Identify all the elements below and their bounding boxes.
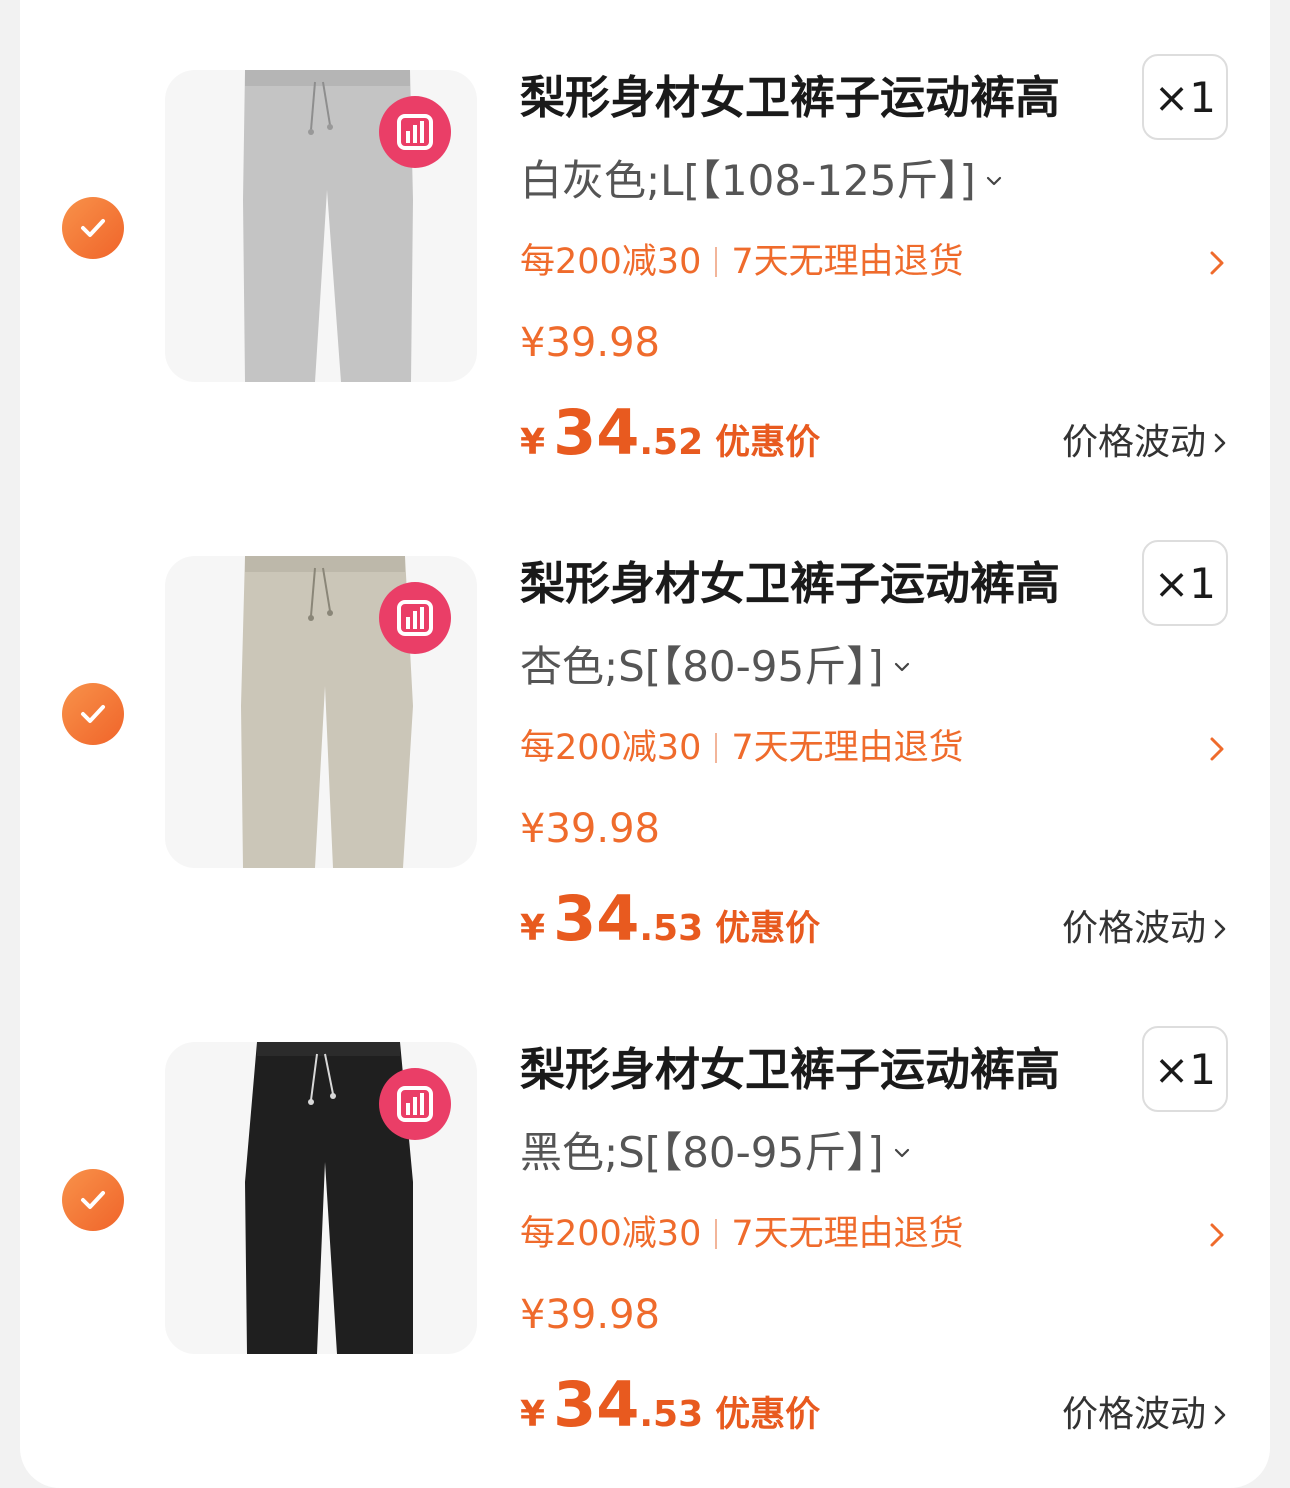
quantity-button[interactable]: ×1 <box>1142 1026 1228 1112</box>
sku-selector[interactable]: 杏色;S[【80-95斤】] <box>520 638 912 696</box>
chevron-right-icon <box>1212 429 1228 457</box>
product-title[interactable]: 梨形身材女卫裤子运动裤高 <box>520 554 1090 614</box>
chevron-right-icon <box>1212 915 1228 943</box>
bar-chart-icon <box>397 600 433 636</box>
cart-items-card: 梨形身材女卫裤子运动裤高 ×1 白灰色;L[【108-125斤】] 每200减3… <box>20 0 1270 1488</box>
promo-discount: 每200减30 <box>520 242 702 282</box>
price-trend-label: 价格波动 <box>1061 908 1206 949</box>
price-integer: 34 <box>553 882 640 955</box>
promo-divider <box>715 733 718 763</box>
currency-symbol: ¥ <box>520 422 546 463</box>
select-checkbox[interactable] <box>62 1169 124 1231</box>
chevron-down-icon <box>892 1143 912 1163</box>
price-decimal: .52 <box>639 422 704 463</box>
promo-divider <box>715 1219 718 1249</box>
product-image[interactable] <box>165 1042 477 1354</box>
chevron-right-icon[interactable] <box>1206 248 1228 282</box>
chevron-down-icon <box>984 171 1004 191</box>
original-price: ¥39.98 <box>520 1292 660 1338</box>
quantity-button[interactable]: ×1 <box>1142 540 1228 626</box>
price-integer: 34 <box>553 396 640 469</box>
final-price: ¥ 34 .53 优惠价 <box>520 1368 820 1448</box>
price-trend-link[interactable]: 价格波动 <box>1062 418 1228 468</box>
sku-text: 杏色;S[【80-95斤】] <box>520 642 884 691</box>
cart-item: 梨形身材女卫裤子运动裤高 ×1 白灰色;L[【108-125斤】] 每200减3… <box>20 0 1270 486</box>
discount-price-label: 优惠价 <box>715 909 821 949</box>
price-integer: 34 <box>553 1368 640 1441</box>
cart-item: 梨形身材女卫裤子运动裤高 ×1 黑色;S[【80-95斤】] 每200减30 7… <box>20 972 1270 1458</box>
price-chart-badge[interactable] <box>379 1068 451 1140</box>
currency-symbol: ¥ <box>520 1394 546 1435</box>
product-title[interactable]: 梨形身材女卫裤子运动裤高 <box>520 1040 1090 1100</box>
sku-text: 黑色;S[【80-95斤】] <box>520 1128 884 1177</box>
final-price: ¥ 34 .52 优惠价 <box>520 396 820 476</box>
promo-return: 7天无理由退货 <box>731 728 964 768</box>
promo-discount: 每200减30 <box>520 1214 702 1254</box>
discount-price-label: 优惠价 <box>715 1395 821 1435</box>
discount-price-label: 优惠价 <box>715 423 821 463</box>
original-price: ¥39.98 <box>520 806 660 852</box>
chevron-right-icon <box>1212 1401 1228 1429</box>
chevron-right-icon[interactable] <box>1206 1220 1228 1254</box>
chevron-right-icon[interactable] <box>1206 734 1228 768</box>
price-chart-badge[interactable] <box>379 582 451 654</box>
sku-selector[interactable]: 黑色;S[【80-95斤】] <box>520 1124 912 1182</box>
currency-symbol: ¥ <box>520 908 546 949</box>
promo-return: 7天无理由退货 <box>731 1214 964 1254</box>
quantity-button[interactable]: ×1 <box>1142 54 1228 140</box>
price-decimal: .53 <box>639 908 704 949</box>
price-chart-badge[interactable] <box>379 96 451 168</box>
checkmark-icon <box>81 1191 105 1209</box>
original-price: ¥39.98 <box>520 320 660 366</box>
cart-item: 梨形身材女卫裤子运动裤高 ×1 杏色;S[【80-95斤】] 每200减30 7… <box>20 486 1270 972</box>
checkmark-icon <box>81 219 105 237</box>
price-trend-link[interactable]: 价格波动 <box>1062 904 1228 954</box>
promo-row[interactable]: 每200减30 7天无理由退货 <box>520 238 964 286</box>
promo-return: 7天无理由退货 <box>731 242 964 282</box>
chevron-down-icon <box>892 657 912 677</box>
select-checkbox[interactable] <box>62 683 124 745</box>
price-trend-label: 价格波动 <box>1061 1394 1206 1435</box>
promo-discount: 每200减30 <box>520 728 702 768</box>
price-decimal: .53 <box>639 1394 704 1435</box>
final-price: ¥ 34 .53 优惠价 <box>520 882 820 962</box>
promo-divider <box>715 247 718 277</box>
sku-selector[interactable]: 白灰色;L[【108-125斤】] <box>520 152 1004 210</box>
checkmark-icon <box>81 705 105 723</box>
select-checkbox[interactable] <box>62 197 124 259</box>
bar-chart-icon <box>397 1086 433 1122</box>
price-trend-link[interactable]: 价格波动 <box>1062 1390 1228 1440</box>
product-image[interactable] <box>165 556 477 868</box>
bar-chart-icon <box>397 114 433 150</box>
promo-row[interactable]: 每200减30 7天无理由退货 <box>520 724 964 772</box>
product-title[interactable]: 梨形身材女卫裤子运动裤高 <box>520 68 1090 128</box>
product-image[interactable] <box>165 70 477 382</box>
sku-text: 白灰色;L[【108-125斤】] <box>520 156 976 205</box>
promo-row[interactable]: 每200减30 7天无理由退货 <box>520 1210 964 1258</box>
price-trend-label: 价格波动 <box>1061 422 1206 463</box>
